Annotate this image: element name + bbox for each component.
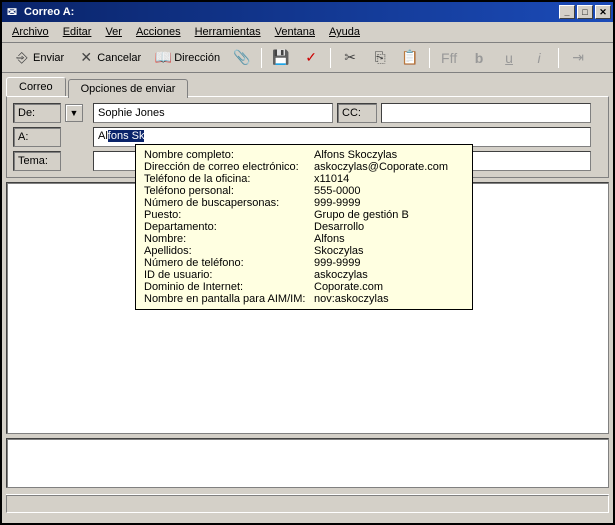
subject-label: Tema: <box>13 151 61 171</box>
tab-opciones[interactable]: Opciones de enviar <box>68 79 189 98</box>
tooltip-row: Nombre en pantalla para AIM/IM:nov:askoc… <box>144 293 464 305</box>
spellcheck-button[interactable]: ✓ <box>297 47 325 69</box>
indent-icon: ⇥ <box>570 50 586 66</box>
tooltip-value: Alfons Skoczylas <box>314 149 464 161</box>
toolbar-separator <box>330 48 331 68</box>
tooltip-row: Dominio de Internet:Coporate.com <box>144 281 464 293</box>
tooltip-value: x11014 <box>314 173 464 185</box>
tooltip-value: Coporate.com <box>314 281 464 293</box>
tooltip-value: Alfons <box>314 233 464 245</box>
to-label: A: <box>13 127 61 147</box>
tooltip-label: Nombre en pantalla para AIM/IM: <box>144 293 314 305</box>
tooltip-row: Puesto:Grupo de gestión B <box>144 209 464 221</box>
italic-button[interactable]: i <box>525 47 553 69</box>
tooltip-label: Nombre completo: <box>144 149 314 161</box>
send-button[interactable]: ⎆Enviar <box>8 47 70 69</box>
menu-editar[interactable]: Editar <box>57 24 98 40</box>
tooltip-label: Número de buscapersonas: <box>144 197 314 209</box>
tooltip-row: Apellidos:Skoczylas <box>144 245 464 257</box>
maximize-button[interactable]: □ <box>577 5 593 19</box>
tooltip-row: Departamento:Desarrollo <box>144 221 464 233</box>
italic-icon: i <box>531 50 547 66</box>
cut-button[interactable]: ✂ <box>336 47 364 69</box>
menubar: Archivo Editar Ver Acciones Herramientas… <box>2 22 613 43</box>
minimize-button[interactable]: _ <box>559 5 575 19</box>
tooltip-value: 555-0000 <box>314 185 464 197</box>
titlebar: ✉ Correo A: _ □ ✕ <box>2 2 613 22</box>
tooltip-label: Número de teléfono: <box>144 257 314 269</box>
tooltip-value: askoczylas <box>314 269 464 281</box>
address-book-icon: 📖 <box>155 50 171 66</box>
font-button[interactable]: Fff <box>435 47 463 69</box>
contact-tooltip: Nombre completo:Alfons SkoczylasDirecció… <box>135 144 473 310</box>
paste-button[interactable]: 📋 <box>396 47 424 69</box>
paste-icon: 📋 <box>402 50 418 66</box>
tooltip-value: Desarrollo <box>314 221 464 233</box>
tooltip-label: Dirección de correo electrónico: <box>144 161 314 173</box>
attach-button[interactable]: 📎 <box>228 47 256 69</box>
toolbar-separator <box>429 48 430 68</box>
bold-button[interactable]: b <box>465 47 493 69</box>
tooltip-label: Puesto: <box>144 209 314 221</box>
tooltip-label: Nombre: <box>144 233 314 245</box>
send-icon: ⎆ <box>14 50 30 66</box>
address-button[interactable]: 📖Dirección <box>149 47 226 69</box>
menu-ayuda[interactable]: Ayuda <box>323 24 366 40</box>
toolbar: ⎆Enviar ✕Cancelar 📖Dirección 📎 💾 ✓ ✂ ⎘ 📋… <box>2 43 613 73</box>
tooltip-row: Teléfono personal:555-0000 <box>144 185 464 197</box>
from-field[interactable] <box>93 103 333 123</box>
tooltip-label: Departamento: <box>144 221 314 233</box>
tooltip-label: ID de usuario: <box>144 269 314 281</box>
window-title: Correo A: <box>24 6 559 18</box>
tooltip-value: Grupo de gestión B <box>314 209 464 221</box>
from-label: De: <box>13 103 61 123</box>
menu-acciones[interactable]: Acciones <box>130 24 187 40</box>
copy-button[interactable]: ⎘ <box>366 47 394 69</box>
tooltip-label: Apellidos: <box>144 245 314 257</box>
tooltip-value: 999-9999 <box>314 197 464 209</box>
tooltip-value: Skoczylas <box>314 245 464 257</box>
menu-ventana[interactable]: Ventana <box>269 24 321 40</box>
tooltip-value: nov:askoczylas <box>314 293 464 305</box>
save-icon: 💾 <box>273 50 289 66</box>
tab-correo[interactable]: Correo <box>6 77 66 96</box>
tooltip-row: Nombre completo:Alfons Skoczylas <box>144 149 464 161</box>
toolbar-separator <box>558 48 559 68</box>
cancel-icon: ✕ <box>78 50 94 66</box>
menu-ver[interactable]: Ver <box>99 24 128 40</box>
bold-icon: b <box>471 50 487 66</box>
tooltip-label: Dominio de Internet: <box>144 281 314 293</box>
tabs-area: Correo Opciones de enviar <box>2 73 613 96</box>
tooltip-row: ID de usuario:askoczylas <box>144 269 464 281</box>
underline-icon: u <box>501 50 517 66</box>
menu-herramientas[interactable]: Herramientas <box>189 24 267 40</box>
tooltip-label: Teléfono de la oficina: <box>144 173 314 185</box>
from-dropdown[interactable]: ▼ <box>65 104 83 122</box>
tooltip-row: Número de teléfono:999-9999 <box>144 257 464 269</box>
statusbar <box>6 494 609 516</box>
menu-archivo[interactable]: Archivo <box>6 24 55 40</box>
spellcheck-icon: ✓ <box>303 50 319 66</box>
attachment-area[interactable] <box>6 438 609 488</box>
tooltip-row: Dirección de correo electrónico:askoczyl… <box>144 161 464 173</box>
cancel-button[interactable]: ✕Cancelar <box>72 47 147 69</box>
cc-field[interactable] <box>381 103 591 123</box>
tooltip-value: askoczylas@Coporate.com <box>314 161 464 173</box>
close-button[interactable]: ✕ <box>595 5 611 19</box>
font-icon: Fff <box>441 50 457 66</box>
tooltip-label: Teléfono personal: <box>144 185 314 197</box>
copy-icon: ⎘ <box>372 50 388 66</box>
tooltip-row: Teléfono de la oficina:x11014 <box>144 173 464 185</box>
tooltip-row: Nombre:Alfons <box>144 233 464 245</box>
toolbar-separator <box>261 48 262 68</box>
underline-button[interactable]: u <box>495 47 523 69</box>
paperclip-icon: 📎 <box>234 50 250 66</box>
cut-icon: ✂ <box>342 50 358 66</box>
indent-button[interactable]: ⇥ <box>564 47 592 69</box>
cc-label: CC: <box>337 103 377 123</box>
tooltip-value: 999-9999 <box>314 257 464 269</box>
app-icon: ✉ <box>4 4 20 20</box>
save-button[interactable]: 💾 <box>267 47 295 69</box>
tooltip-row: Número de buscapersonas:999-9999 <box>144 197 464 209</box>
